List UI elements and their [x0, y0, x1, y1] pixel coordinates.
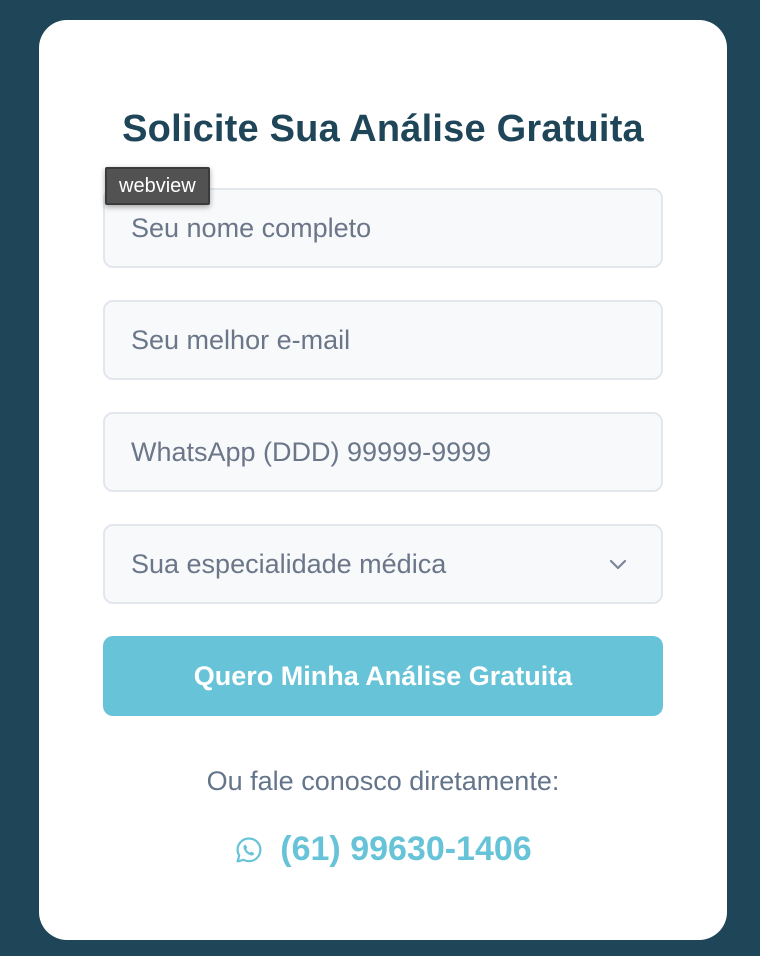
email-input[interactable]	[103, 300, 663, 380]
whatsapp-phone-link[interactable]: (61) 99630-1406	[39, 830, 727, 869]
webview-tooltip: webview	[105, 167, 210, 205]
whatsapp-icon	[234, 835, 264, 865]
specialty-select[interactable]: Sua especialidade médica	[103, 524, 663, 604]
chevron-down-icon	[607, 553, 629, 575]
lead-form-card: Solicite Sua Análise Gratuita webview Su…	[39, 20, 727, 940]
phone-number: (61) 99630-1406	[280, 830, 532, 868]
form-title: Solicite Sua Análise Gratuita	[122, 108, 644, 150]
whatsapp-input[interactable]	[103, 412, 663, 492]
submit-button[interactable]: Quero Minha Análise Gratuita	[103, 636, 663, 716]
contact-text: Ou fale conosco diretamente:	[206, 766, 560, 796]
specialty-select-value: Sua especialidade médica	[131, 548, 447, 579]
